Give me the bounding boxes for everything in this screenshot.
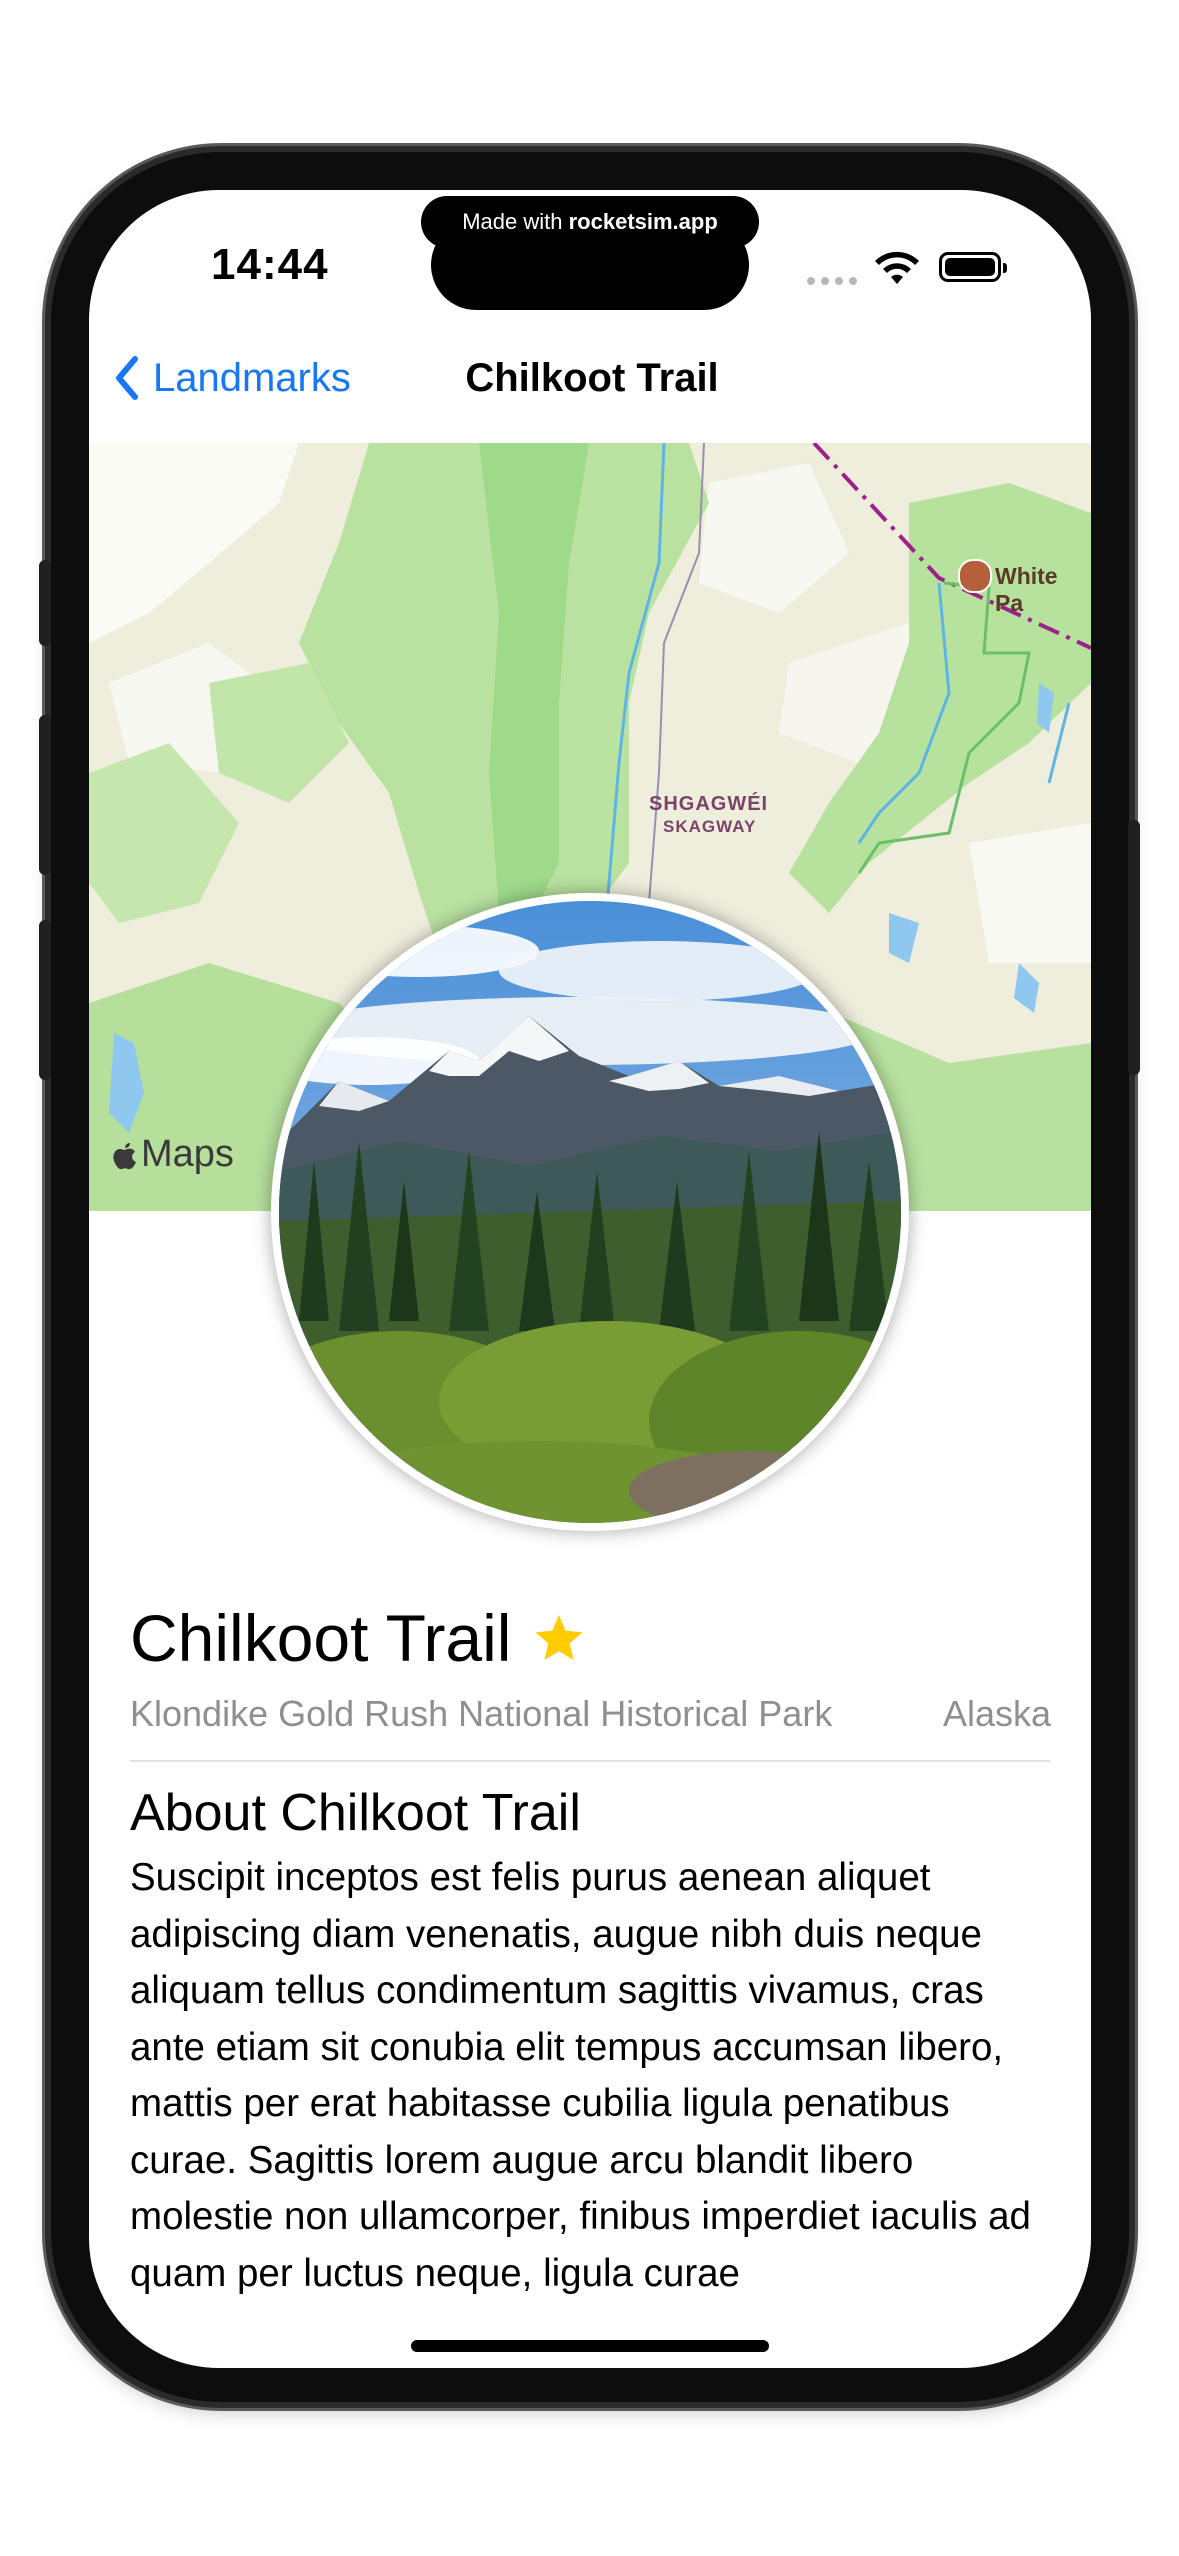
nav-title: Chilkoot Trail bbox=[465, 356, 719, 400]
divider bbox=[130, 1760, 1051, 1762]
landmark-photo-image bbox=[279, 901, 901, 1523]
landmark-title: Chilkoot Trail bbox=[130, 1601, 512, 1675]
made-with-badge: Made with rocketsim.app bbox=[421, 196, 759, 248]
home-indicator[interactable] bbox=[411, 2340, 769, 2352]
apple-logo-icon bbox=[113, 1142, 136, 1169]
wifi-icon bbox=[875, 251, 919, 284]
landmark-title-row: Chilkoot Trail bbox=[130, 1600, 585, 1676]
map-poi-marker-icon[interactable] bbox=[958, 559, 992, 593]
cellular-signal-icon bbox=[807, 272, 863, 290]
map-poi-label: White Pa bbox=[995, 563, 1058, 616]
made-with-prefix: Made with bbox=[462, 209, 569, 234]
map-place-label: SKAGWAY bbox=[663, 817, 757, 836]
battery-icon bbox=[939, 252, 1007, 282]
action-button bbox=[39, 560, 51, 646]
status-time: 14:44 bbox=[211, 240, 329, 289]
state-name: Alaska bbox=[942, 1693, 1051, 1734]
maps-attribution[interactable]: Maps bbox=[111, 1133, 234, 1176]
park-name: Klondike Gold Rush National Historical P… bbox=[130, 1693, 833, 1734]
map-place-label-native: SHGAGWÉI bbox=[649, 793, 769, 815]
screen: 14:44 Made with rocketsim.app Landmarks … bbox=[89, 190, 1091, 2368]
power-button bbox=[1128, 820, 1140, 1075]
volume-up-button bbox=[39, 715, 51, 875]
favorite-star-icon[interactable] bbox=[533, 1612, 585, 1664]
maps-attribution-label: Maps bbox=[141, 1133, 234, 1175]
about-heading: About Chilkoot Trail bbox=[130, 1784, 581, 1842]
volume-down-button bbox=[39, 920, 51, 1080]
landmark-photo bbox=[271, 893, 909, 1531]
about-description: Suscipit inceptos est felis purus aenean… bbox=[130, 1856, 1031, 2295]
made-with-brand: rocketsim.app bbox=[568, 209, 718, 234]
